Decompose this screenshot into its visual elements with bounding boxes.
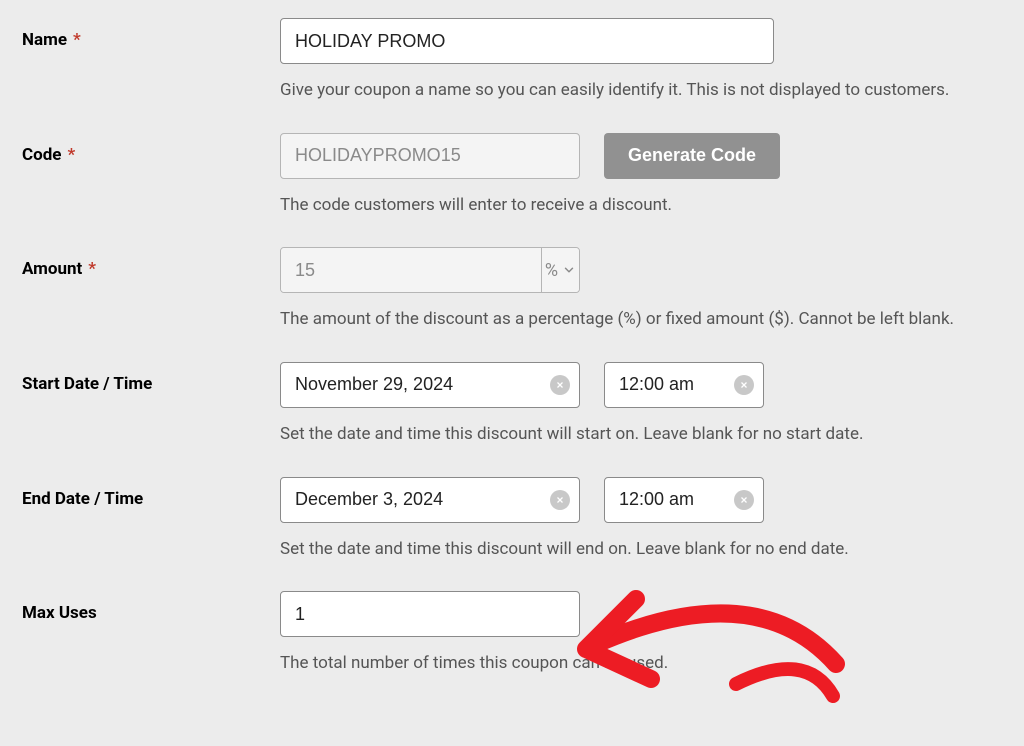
start-label: Start Date / Time <box>22 374 152 394</box>
field-col-name: Give your coupon a name so you can easil… <box>280 18 1004 103</box>
amount-unit-select[interactable]: % <box>541 248 579 292</box>
name-input[interactable] <box>280 18 774 64</box>
close-icon <box>739 380 749 390</box>
label-col-maxuses: Max Uses <box>20 591 280 623</box>
start-time-wrap <box>604 362 764 408</box>
maxuses-input[interactable] <box>280 591 580 637</box>
start-date-wrap <box>280 362 580 408</box>
code-help: The code customers will enter to receive… <box>280 193 1004 218</box>
label-col-amount: Amount* <box>20 247 280 279</box>
amount-unit-label: % <box>545 260 558 281</box>
end-help: Set the date and time this discount will… <box>280 537 1004 562</box>
amount-help: The amount of the discount as a percenta… <box>280 307 1004 332</box>
close-icon <box>555 495 565 505</box>
clear-end-time-button[interactable] <box>734 490 754 510</box>
clear-start-time-button[interactable] <box>734 375 754 395</box>
required-marker: * <box>88 259 96 279</box>
field-col-end: Set the date and time this discount will… <box>280 477 1004 562</box>
clear-end-date-button[interactable] <box>550 490 570 510</box>
clear-start-date-button[interactable] <box>550 375 570 395</box>
close-icon <box>555 380 565 390</box>
row-maxuses: Max Uses The total number of times this … <box>20 591 1004 676</box>
start-help: Set the date and time this discount will… <box>280 422 1004 447</box>
row-code: Code* Generate Code The code customers w… <box>20 133 1004 218</box>
label-col-end: End Date / Time <box>20 477 280 509</box>
name-help: Give your coupon a name so you can easil… <box>280 78 1004 103</box>
generate-code-button[interactable]: Generate Code <box>604 133 780 179</box>
coupon-form: Name* Give your coupon a name so you can… <box>0 0 1024 746</box>
end-time-wrap <box>604 477 764 523</box>
code-label: Code* <box>22 145 75 165</box>
field-col-start: Set the date and time this discount will… <box>280 362 1004 447</box>
maxuses-help: The total number of times this coupon ca… <box>280 651 1004 676</box>
chevron-down-icon <box>562 263 576 277</box>
row-end: End Date / Time Set the date and time th… <box>20 477 1004 562</box>
maxuses-label: Max Uses <box>22 603 97 623</box>
end-date-wrap <box>280 477 580 523</box>
label-col-start: Start Date / Time <box>20 362 280 394</box>
label-col-name: Name* <box>20 18 280 50</box>
amount-label: Amount* <box>22 259 96 279</box>
field-col-code: Generate Code The code customers will en… <box>280 133 1004 218</box>
end-label: End Date / Time <box>22 489 143 509</box>
amount-input[interactable] <box>281 248 541 292</box>
field-col-amount: % The amount of the discount as a percen… <box>280 247 1004 332</box>
amount-wrap: % <box>280 247 580 293</box>
row-amount: Amount* % The amount of the discount as … <box>20 247 1004 332</box>
close-icon <box>739 495 749 505</box>
row-start: Start Date / Time Set the date and time … <box>20 362 1004 447</box>
name-label: Name* <box>22 30 81 50</box>
row-name: Name* Give your coupon a name so you can… <box>20 18 1004 103</box>
required-marker: * <box>67 145 75 165</box>
required-marker: * <box>73 30 81 50</box>
start-date-input[interactable] <box>280 362 580 408</box>
code-input[interactable] <box>280 133 580 179</box>
label-col-code: Code* <box>20 133 280 165</box>
field-col-maxuses: The total number of times this coupon ca… <box>280 591 1004 676</box>
end-date-input[interactable] <box>280 477 580 523</box>
